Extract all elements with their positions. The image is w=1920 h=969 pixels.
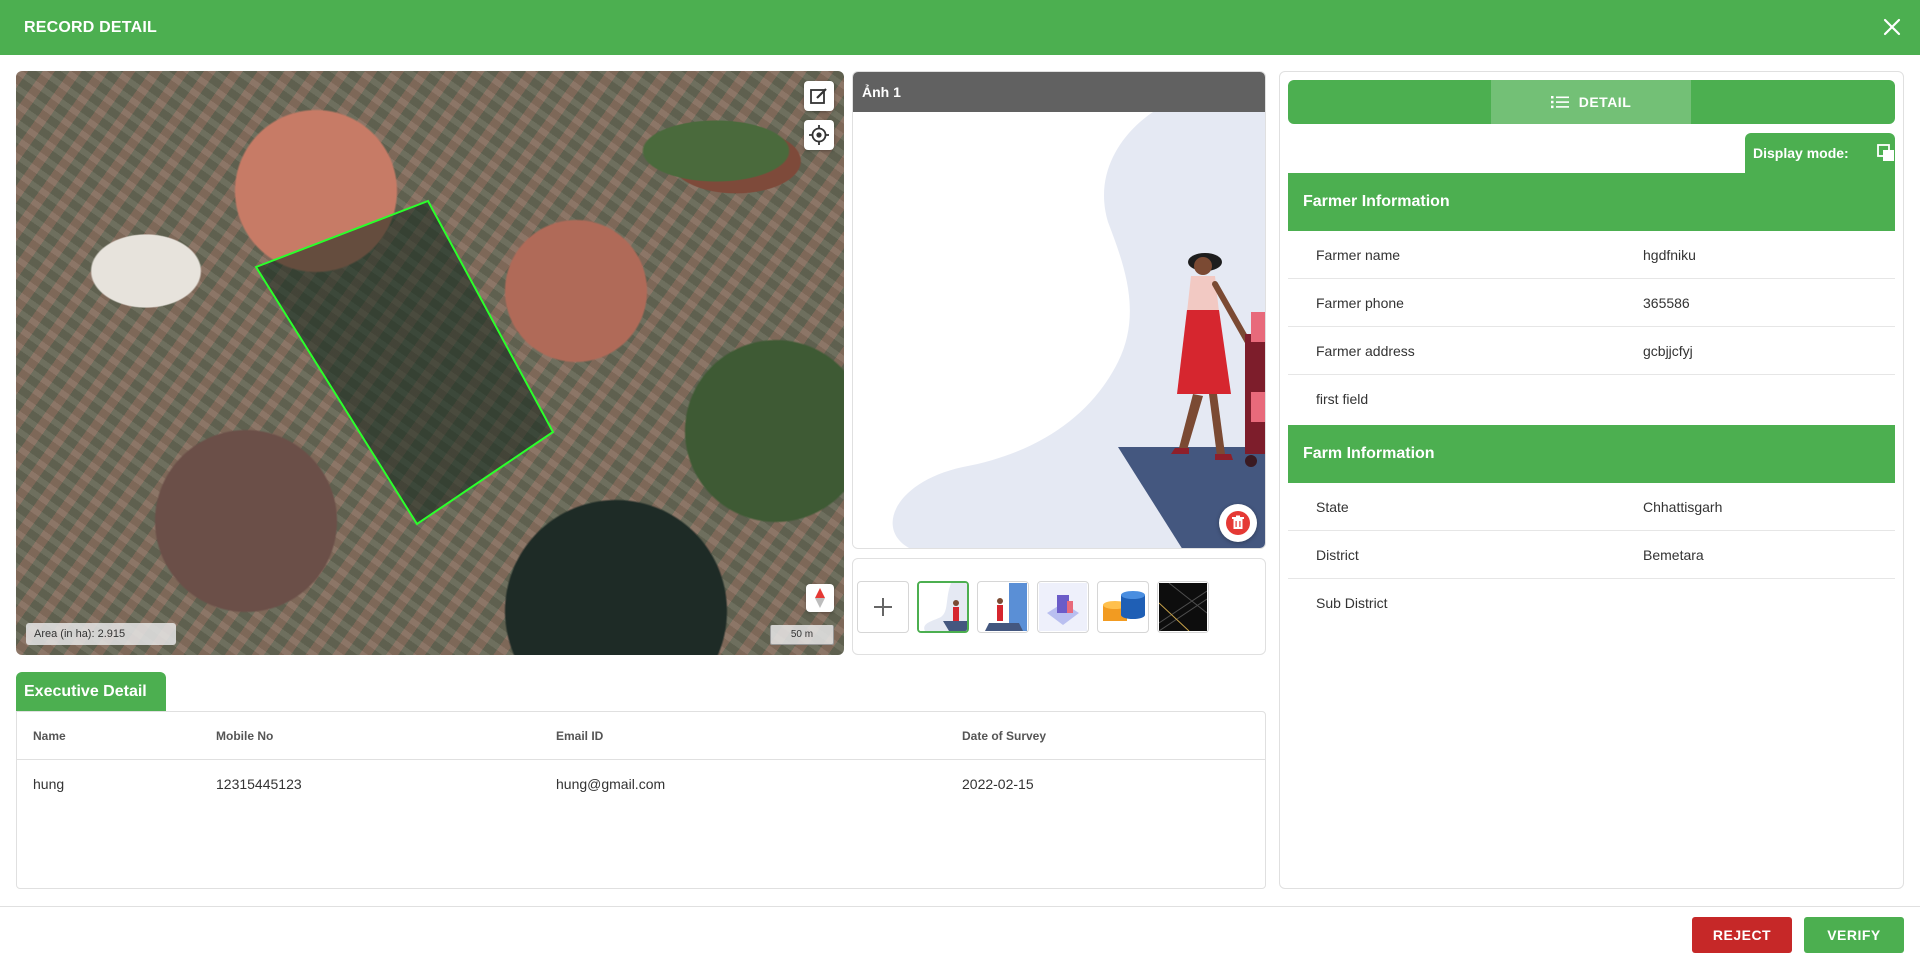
thumbnail-2[interactable] bbox=[977, 580, 1029, 633]
executive-detail-tab: Executive Detail bbox=[16, 672, 166, 711]
farm-information-header: Farm Information bbox=[1288, 425, 1895, 483]
image-title: Ảnh 1 bbox=[853, 72, 1265, 112]
display-mode-toggle-icon[interactable] bbox=[1876, 144, 1895, 162]
column-mobile: Mobile No bbox=[216, 728, 274, 743]
add-image-button[interactable] bbox=[857, 580, 909, 633]
farmer-information-header: Farmer Information bbox=[1288, 173, 1895, 231]
thumbnail-strip bbox=[852, 558, 1266, 655]
tab-detail[interactable]: DETAIL bbox=[1491, 80, 1691, 124]
locate-icon[interactable] bbox=[804, 120, 834, 150]
info-row: Farmer address gcbjjcfyj bbox=[1288, 327, 1895, 375]
field-label: Farmer address bbox=[1316, 343, 1415, 359]
thumbnail-5[interactable] bbox=[1157, 580, 1209, 633]
area-label: Area (in ha): 2.915 bbox=[26, 623, 176, 645]
field-label: State bbox=[1316, 499, 1349, 515]
field-value: 365586 bbox=[1643, 295, 1690, 311]
satellite-map[interactable]: Area (in ha): 2.915 50 m bbox=[16, 71, 844, 655]
field-value: hgdfniku bbox=[1643, 247, 1696, 263]
info-row: Farmer name hgdfniku bbox=[1288, 231, 1895, 279]
tab-detail-label: DETAIL bbox=[1578, 94, 1632, 110]
field-boundary bbox=[254, 199, 555, 526]
detail-panel: DETAIL Display mode: Farmer Information … bbox=[1279, 71, 1904, 889]
cell-name: hung bbox=[33, 776, 65, 792]
field-label: Sub District bbox=[1316, 595, 1388, 611]
tab-bar: DETAIL bbox=[1288, 80, 1895, 124]
info-row: State Chhattisgarh bbox=[1288, 483, 1895, 531]
info-row: first field bbox=[1288, 375, 1895, 423]
edit-polygon-icon[interactable] bbox=[804, 81, 834, 111]
info-row: Sub District bbox=[1288, 579, 1895, 627]
close-icon[interactable] bbox=[1878, 13, 1906, 41]
field-value: Chhattisgarh bbox=[1643, 499, 1723, 515]
delete-image-button[interactable] bbox=[1219, 504, 1257, 542]
field-label: Farmer phone bbox=[1316, 295, 1404, 311]
dialog-header: RECORD DETAIL bbox=[0, 0, 1920, 55]
image-viewer: Ảnh 1 bbox=[852, 71, 1266, 549]
footer-divider bbox=[0, 906, 1920, 907]
field-label: Farmer name bbox=[1316, 247, 1401, 263]
field-value: Bemetara bbox=[1643, 547, 1704, 563]
executive-table: Name Mobile No Email ID Date of Survey h… bbox=[16, 711, 1266, 889]
table-row: hung 12315445123 hung@gmail.com 2022-02-… bbox=[17, 760, 1265, 808]
illustration-image bbox=[892, 112, 1265, 548]
info-row: District Bemetara bbox=[1288, 531, 1895, 579]
field-label: first field bbox=[1316, 391, 1369, 407]
verify-button[interactable]: VERIFY bbox=[1804, 917, 1904, 953]
image-preview[interactable] bbox=[853, 112, 1265, 548]
column-email: Email ID bbox=[556, 728, 604, 743]
dialog-title: RECORD DETAIL bbox=[24, 18, 157, 36]
reject-button[interactable]: REJECT bbox=[1692, 917, 1792, 953]
table-header: Name Mobile No Email ID Date of Survey bbox=[17, 712, 1265, 760]
cell-email: hung@gmail.com bbox=[556, 776, 666, 792]
column-name: Name bbox=[33, 728, 66, 743]
display-mode-label: Display mode: bbox=[1753, 145, 1849, 161]
field-label: District bbox=[1316, 547, 1359, 563]
thumbnail-4[interactable] bbox=[1097, 580, 1149, 633]
info-row: Farmer phone 365586 bbox=[1288, 279, 1895, 327]
thumbnail-1[interactable] bbox=[917, 580, 969, 633]
plus-icon bbox=[874, 597, 892, 616]
list-icon bbox=[1550, 96, 1569, 109]
thumbnail-3[interactable] bbox=[1037, 580, 1089, 633]
column-date: Date of Survey bbox=[962, 728, 1047, 743]
field-value: gcbjjcfyj bbox=[1643, 343, 1693, 359]
scale-bar: 50 m bbox=[770, 625, 834, 645]
trash-icon bbox=[1226, 511, 1250, 535]
display-mode: Display mode: bbox=[1745, 133, 1895, 173]
compass-icon[interactable] bbox=[806, 584, 834, 612]
cell-mobile: 12315445123 bbox=[216, 776, 302, 792]
cell-date: 2022-02-15 bbox=[962, 776, 1034, 792]
